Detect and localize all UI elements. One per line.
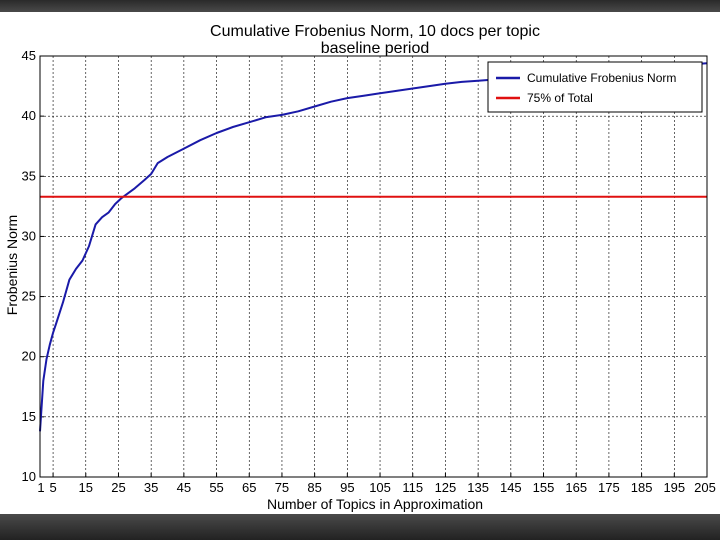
x-tick-label: 45 [177, 480, 191, 495]
x-tick-label: 5 [49, 480, 56, 495]
x-tick-label: 25 [111, 480, 125, 495]
x-tick-label: 105 [369, 480, 391, 495]
series-lines [39, 62, 708, 432]
x-tick-label: 1 [37, 480, 44, 495]
slide-frame-top [0, 0, 720, 12]
y-tick-label: 40 [22, 108, 36, 123]
legend-label: 75% of Total [527, 91, 593, 105]
x-tick-label: 145 [500, 480, 522, 495]
legend: Cumulative Frobenius Norm 75% of Total [487, 61, 703, 113]
x-tick-label: 95 [340, 480, 354, 495]
x-tick-label: 75 [275, 480, 289, 495]
slide-frame-bottom [0, 514, 720, 540]
y-axis-label: Frobenius Norm [4, 215, 20, 315]
y-tick-label: 10 [22, 469, 36, 484]
y-tick-label: 15 [22, 409, 36, 424]
x-tick-label: 125 [435, 480, 457, 495]
chart-panel: Cumulative Frobenius Norm, 10 docs per t… [0, 12, 720, 514]
y-tick-labels: 10 15 20 25 30 35 40 45 [22, 48, 36, 484]
x-tick-label: 205 [694, 480, 716, 495]
x-tick-label: 165 [565, 480, 587, 495]
x-tick-label: 115 [402, 480, 423, 495]
x-tick-labels: 1 5 15 25 35 45 55 65 75 85 95 105 115 125 135 145 155 16… [37, 480, 715, 495]
y-tick-label: 25 [22, 289, 36, 304]
frobenius-norm-chart: Cumulative Frobenius Norm, 10 docs per t… [4, 23, 716, 512]
x-tick-label: 85 [307, 480, 321, 495]
x-tick-label: 65 [242, 480, 256, 495]
x-tick-label: 175 [598, 480, 620, 495]
cumulative-norm-line [39, 62, 708, 432]
x-tick-label: 55 [209, 480, 223, 495]
x-tick-label: 135 [467, 480, 489, 495]
legend-label: Cumulative Frobenius Norm [527, 71, 676, 85]
plot-area-border [39, 55, 708, 478]
y-tick-label: 45 [22, 48, 36, 63]
legend-box [487, 61, 703, 113]
x-tick-label: 155 [533, 480, 555, 495]
x-tick-label: 15 [79, 480, 93, 495]
x-tick-label: 185 [631, 480, 653, 495]
x-tick-label: 195 [663, 480, 685, 495]
chart-title: Cumulative Frobenius Norm, 10 docs per t… [210, 23, 540, 40]
y-tick-label: 30 [22, 228, 36, 243]
y-tick-label: 35 [22, 168, 36, 183]
x-tick-label: 35 [144, 480, 158, 495]
chart-subtitle: baseline period [321, 40, 430, 57]
x-axis-label: Number of Topics in Approximation [267, 496, 483, 512]
y-tick-label: 20 [22, 349, 36, 364]
grid-lines [39, 55, 708, 478]
